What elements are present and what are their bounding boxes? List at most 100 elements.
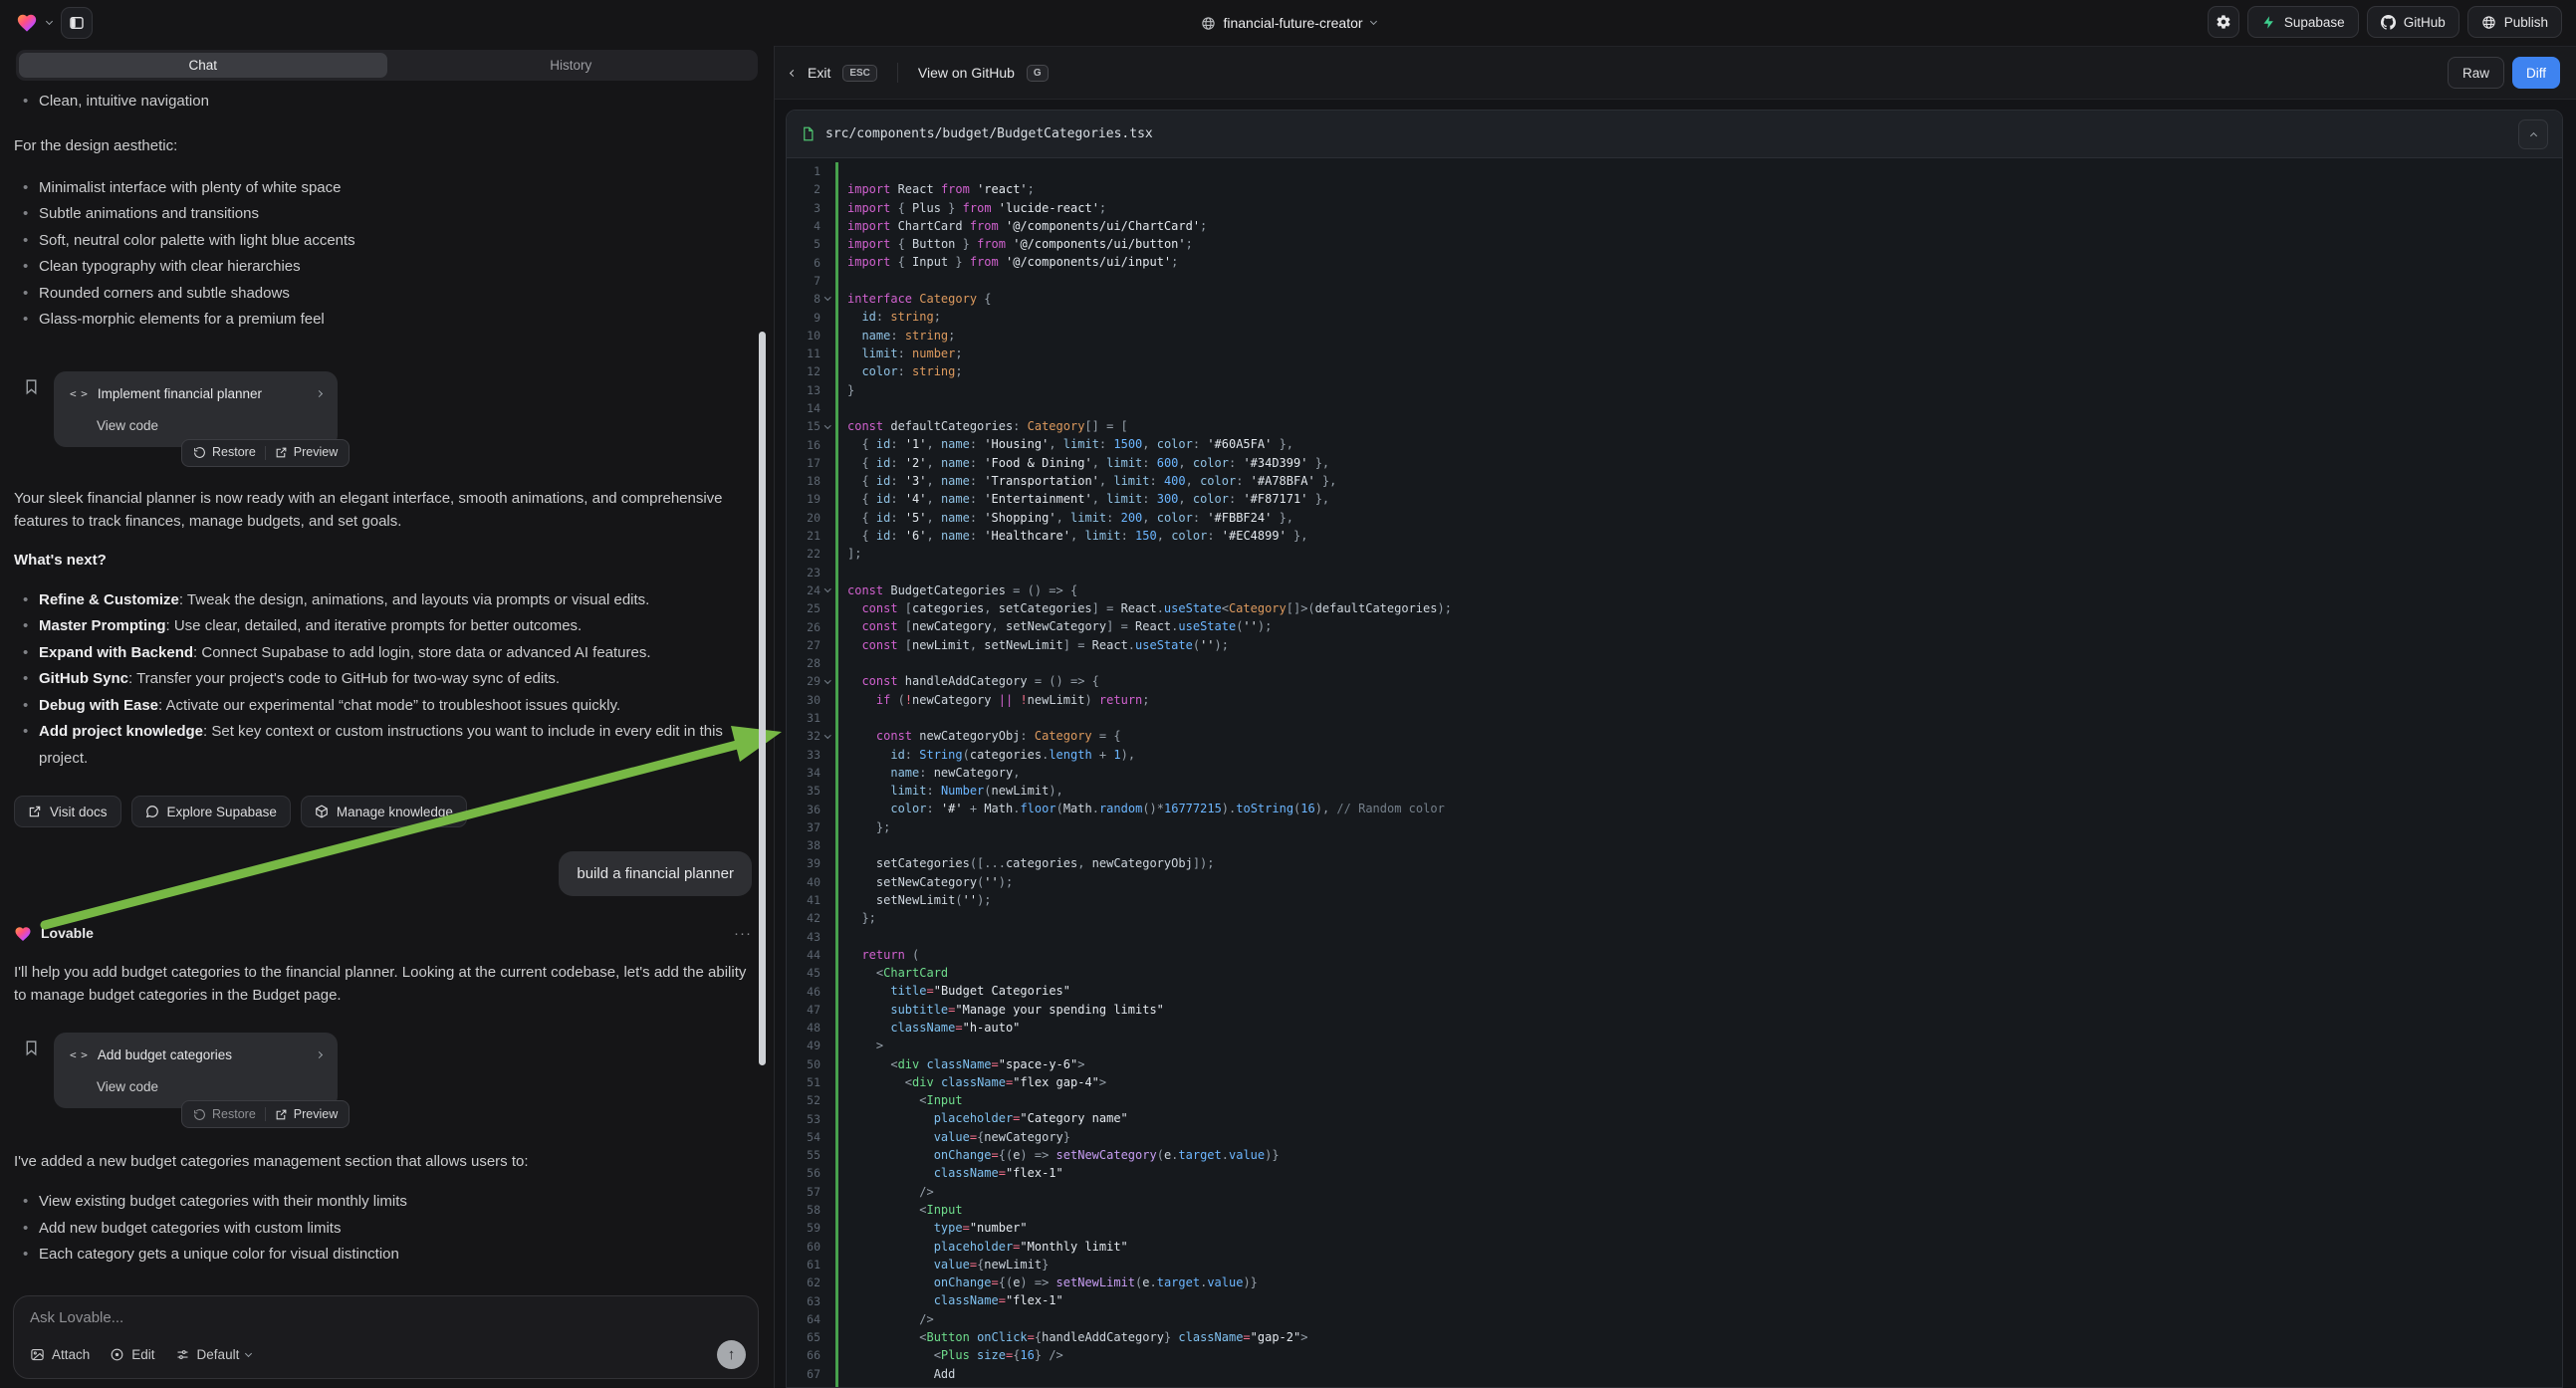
restore-button[interactable]: Restore: [193, 1103, 256, 1126]
code-line: 33 id: String(categories.length + 1),: [787, 746, 2562, 764]
preview-button[interactable]: Preview: [275, 1103, 338, 1126]
code-line: 58 <Input: [787, 1201, 2562, 1219]
view-on-github-link[interactable]: View on GitHub: [918, 65, 1015, 81]
code-text: { id: '3', name: 'Transportation', limit…: [838, 472, 1336, 490]
code-line: 55 onChange={(e) => setNewCategory(e.tar…: [787, 1146, 2562, 1164]
edit-card[interactable]: < > Add budget categories View code: [54, 1033, 338, 1108]
code-text: const [newCategory, setNewCategory] = Re…: [838, 617, 1272, 635]
package-icon: [315, 805, 329, 818]
code-text: <div className="space-y-6">: [838, 1055, 1084, 1073]
restore-icon: [193, 1108, 206, 1121]
code-line: 12 color: string;: [787, 362, 2562, 380]
code-line: 10 name: string;: [787, 327, 2562, 345]
fold-chevron-icon[interactable]: [820, 298, 835, 300]
code-line: 17 { id: '2', name: 'Food & Dining', lim…: [787, 454, 2562, 472]
line-number: 19: [787, 492, 820, 506]
quick-actions: Visit docs Explore Supabase Manage knowl…: [14, 796, 752, 827]
back-chevron-icon[interactable]: [790, 69, 797, 76]
code-line: 56 className="flex-1": [787, 1164, 2562, 1182]
line-number: 12: [787, 364, 820, 378]
code-text: color: string;: [838, 362, 963, 380]
code-line: 63 className="flex-1": [787, 1291, 2562, 1309]
line-number: 27: [787, 638, 820, 652]
settings-button[interactable]: [2208, 6, 2239, 38]
code-panel: Exit ESC View on GitHub G Raw Diff src/c…: [774, 46, 2576, 1388]
code-text: <div className="flex gap-4">: [838, 1073, 1106, 1091]
line-number: 40: [787, 875, 820, 889]
code-line: 28: [787, 654, 2562, 672]
code-line: 21 { id: '6', name: 'Healthcare', limit:…: [787, 527, 2562, 545]
message-more-icon[interactable]: ···: [734, 922, 752, 945]
line-number: 1: [787, 164, 820, 178]
code-line: 60 placeholder="Monthly limit": [787, 1238, 2562, 1256]
manage-knowledge-button[interactable]: Manage knowledge: [301, 796, 467, 827]
fold-chevron-icon[interactable]: [820, 426, 835, 428]
line-number: 63: [787, 1294, 820, 1308]
view-code-link[interactable]: View code: [54, 407, 338, 437]
arrow-up-icon: ↑: [728, 1346, 736, 1363]
toggle-sidebar-button[interactable]: [61, 7, 93, 39]
code-text: const handleAddCategory = () => {: [838, 672, 1099, 690]
model-selector[interactable]: Default: [175, 1347, 252, 1362]
visit-docs-button[interactable]: Visit docs: [14, 796, 121, 827]
tab-chat[interactable]: Chat: [19, 53, 387, 78]
line-number: 37: [787, 820, 820, 834]
preview-button[interactable]: Preview: [275, 441, 338, 464]
code-text: color: '#' + Math.floor(Math.random()*16…: [838, 800, 1445, 817]
line-number: 17: [787, 456, 820, 470]
send-button[interactable]: ↑: [717, 1340, 746, 1369]
prompt-input[interactable]: [30, 1309, 742, 1326]
github-button[interactable]: GitHub: [2367, 6, 2459, 38]
whats-next-heading: What's next?: [14, 549, 752, 572]
attach-button[interactable]: Attach: [30, 1347, 90, 1362]
project-switcher[interactable]: financial-future-creator: [1200, 0, 1375, 46]
external-link-icon: [275, 446, 288, 459]
line-number: 24: [787, 583, 820, 597]
line-number: 57: [787, 1185, 820, 1199]
code-text: setCategories([...categories, newCategor…: [838, 854, 1215, 872]
line-number: 13: [787, 383, 820, 397]
diff-added-bar: [835, 709, 838, 727]
code-text: };: [838, 909, 876, 927]
code-text: limit: number;: [838, 345, 963, 362]
raw-toggle-button[interactable]: Raw: [2448, 57, 2504, 89]
code-line: 6import { Input } from '@/components/ui/…: [787, 253, 2562, 271]
restore-button[interactable]: Restore: [193, 441, 256, 464]
fold-chevron-icon[interactable]: [820, 736, 835, 738]
logo-menu-chevron-icon[interactable]: [46, 18, 53, 25]
explore-supabase-button[interactable]: Explore Supabase: [131, 796, 291, 827]
chat-scrollbar-thumb[interactable]: [759, 332, 766, 1065]
edit-card[interactable]: < > Implement financial planner View cod…: [54, 371, 338, 447]
code-line: 46 title="Budget Categories": [787, 982, 2562, 1000]
code-line: 29 const handleAddCategory = () => {: [787, 672, 2562, 690]
fold-chevron-icon[interactable]: [820, 681, 835, 683]
lovable-heart-icon: [14, 925, 32, 943]
collapse-file-button[interactable]: [2518, 119, 2548, 149]
fold-chevron-icon[interactable]: [820, 589, 835, 591]
code-editor[interactable]: 12import React from 'react';3import { Pl…: [787, 158, 2562, 1387]
exit-button[interactable]: Exit: [808, 65, 830, 81]
assistant-text: I've added a new budget categories manag…: [14, 1150, 752, 1173]
diff-toggle-button[interactable]: Diff: [2512, 57, 2560, 89]
edit-mode-button[interactable]: Edit: [110, 1347, 154, 1362]
image-icon: [30, 1347, 45, 1362]
lovable-logo-icon[interactable]: [16, 12, 38, 34]
added-bullet: Each category gets a unique color for vi…: [14, 1242, 752, 1269]
bookmark-icon[interactable]: [23, 1040, 40, 1056]
design-bullet: Rounded corners and subtle shadows: [14, 281, 752, 308]
github-icon: [2381, 15, 2396, 30]
file-path-bar[interactable]: src/components/budget/BudgetCategories.t…: [787, 111, 2562, 158]
line-number: 5: [787, 237, 820, 251]
code-text: className="h-auto": [838, 1019, 1020, 1037]
design-bullet: Clean typography with clear hierarchies: [14, 254, 752, 281]
view-code-link[interactable]: View code: [54, 1068, 338, 1098]
line-number: 11: [787, 347, 820, 360]
line-number: 59: [787, 1221, 820, 1235]
assistant-text: I'll help you add budget categories to t…: [14, 961, 752, 1007]
code-text: setNewCategory('');: [838, 873, 1013, 891]
supabase-button[interactable]: Supabase: [2247, 6, 2359, 38]
bookmark-icon[interactable]: [23, 378, 40, 395]
code-text: Add: [838, 1365, 955, 1383]
tab-history[interactable]: History: [387, 53, 756, 78]
publish-button[interactable]: Publish: [2467, 6, 2562, 38]
